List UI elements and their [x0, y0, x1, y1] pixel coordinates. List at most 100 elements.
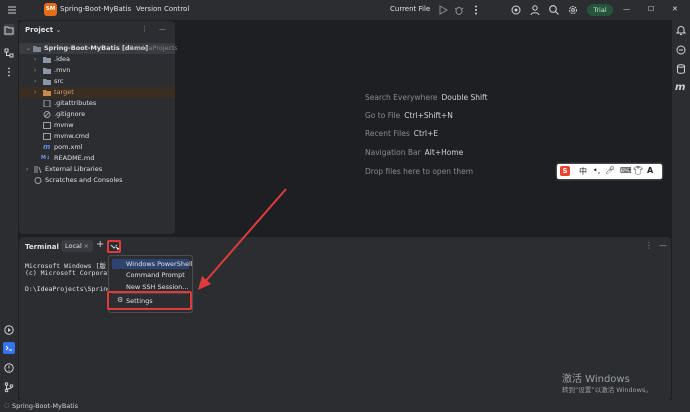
tree-item-mvn[interactable]: › .mvn: [19, 65, 175, 76]
tree-item-label: mvnw: [54, 121, 74, 129]
minimize-icon[interactable]: —: [623, 5, 630, 13]
tree-item-readme[interactable]: M↓ README.md: [19, 153, 175, 164]
trial-badge[interactable]: Trial: [587, 4, 613, 16]
ime-microphone-icon[interactable]: 🎤︎: [605, 166, 615, 175]
tree-item-mvnw-cmd[interactable]: mvnw.cmd: [19, 131, 175, 142]
scratches-icon: [34, 177, 42, 184]
right-tool-window-bar: m: [672, 20, 690, 400]
tree-item-target[interactable]: › target: [19, 87, 175, 98]
notifications-icon[interactable]: [675, 24, 687, 36]
tree-item-gitignore[interactable]: .gitignore: [19, 109, 175, 120]
hint-shortcut: Alt+Home: [424, 148, 464, 157]
hint-action: Search Everywhere: [365, 93, 438, 102]
folder-icon: [43, 78, 51, 85]
ime-toolbar[interactable]: S 中 •, 🎤︎ ⌨ 👕︎ A: [557, 164, 662, 179]
ai-chat-icon[interactable]: [675, 44, 687, 56]
hint-go-to-file: Go to File Ctrl+Shift+N: [365, 111, 453, 120]
file-icon: [43, 100, 51, 107]
terminal-tool-icon[interactable]: [3, 342, 15, 354]
code-with-me-icon[interactable]: [529, 4, 541, 16]
status-project-name[interactable]: Spring-Boot-MyBatis: [12, 402, 78, 410]
vcs-dropdown-icon[interactable]: ⌄: [182, 5, 188, 13]
ime-language-toggle[interactable]: 中: [579, 166, 587, 177]
ime-punctuation-icon[interactable]: •,: [593, 166, 600, 175]
hint-shortcut: Ctrl+E: [413, 129, 439, 138]
hint-navigation-bar: Navigation Bar Alt+Home: [365, 148, 463, 157]
settings-label: Settings: [126, 297, 153, 305]
maven-icon[interactable]: m: [675, 82, 687, 94]
tree-item-label: .mvn: [54, 66, 71, 74]
terminal-tab-local[interactable]: Local ×: [61, 240, 93, 252]
hide-terminal-icon[interactable]: —: [659, 241, 667, 250]
tree-item-label: .gitignore: [54, 110, 86, 118]
project-dropdown-icon[interactable]: ⌄: [117, 5, 123, 13]
panel-options-icon[interactable]: ⋮: [141, 25, 148, 33]
ime-keyboard-icon[interactable]: ⌨: [620, 166, 632, 175]
debug-icon[interactable]: [453, 4, 465, 16]
ime-skin-icon[interactable]: 👕︎: [633, 166, 643, 175]
close-tab-icon[interactable]: ×: [84, 240, 89, 252]
libraries-icon: [34, 166, 42, 173]
database-icon[interactable]: [675, 63, 687, 75]
folder-icon: [43, 67, 51, 74]
tree-item-mvnw[interactable]: mvnw: [19, 120, 175, 131]
status-bar: ◌ Spring-Boot-MyBatis: [0, 400, 690, 412]
hint-shortcut: Double Shift: [441, 93, 488, 102]
tree-item-label: .idea: [54, 55, 70, 63]
settings-menu-item[interactable]: ⚙ Settings: [107, 291, 192, 310]
ai-assistant-icon[interactable]: [510, 4, 522, 16]
close-window-icon[interactable]: ✕: [672, 5, 678, 13]
tree-item-idea[interactable]: › .idea: [19, 54, 175, 65]
more-actions-icon[interactable]: [470, 4, 482, 16]
maximize-icon[interactable]: ☐: [648, 5, 654, 13]
hamburger-menu-icon[interactable]: [7, 5, 19, 17]
sogou-logo-icon[interactable]: S: [560, 166, 570, 176]
hint-search-everywhere: Search Everywhere Double Shift: [365, 93, 488, 102]
more-tools-icon[interactable]: [3, 66, 15, 78]
tree-item-pom[interactable]: m pom.xml: [19, 142, 175, 153]
terminal-title: Terminal: [25, 243, 59, 251]
hint-action: Go to File: [365, 111, 401, 120]
hide-panel-icon[interactable]: —: [159, 25, 166, 33]
module-folder-icon: [33, 45, 41, 52]
ime-font-icon[interactable]: A: [647, 166, 653, 175]
tree-item-src[interactable]: › src: [19, 76, 175, 87]
hint-shortcut: Ctrl+Shift+N: [404, 111, 453, 120]
new-terminal-button[interactable]: +: [96, 239, 104, 250]
expand-chevron-icon[interactable]: ›: [34, 76, 36, 87]
menu-item-command-prompt[interactable]: Command Prompt: [112, 270, 189, 280]
tree-item-label: Scratches and Consoles: [45, 176, 123, 184]
expand-chevron-icon[interactable]: ›: [34, 54, 36, 65]
expand-chevron-icon[interactable]: ›: [34, 87, 36, 98]
folder-icon: [43, 56, 51, 63]
settings-gear-icon: ⚙: [117, 296, 124, 304]
problems-icon[interactable]: [3, 362, 15, 374]
project-badge[interactable]: SM: [44, 3, 57, 16]
terminal-prompt[interactable]: D:\IdeaProjects\Spring: [25, 285, 111, 293]
hint-action: Recent Files: [365, 129, 410, 138]
tree-item-external-libraries[interactable]: › External Libraries: [19, 164, 175, 175]
run-icon[interactable]: [437, 4, 449, 16]
collapse-chevron-icon[interactable]: ⌄: [26, 43, 31, 54]
search-icon[interactable]: [548, 4, 560, 16]
terminal-options-dropdown-button[interactable]: [107, 240, 121, 253]
tree-item-scratches[interactable]: Scratches and Consoles: [19, 175, 175, 186]
expand-chevron-icon[interactable]: ›: [34, 65, 36, 76]
project-tool-icon[interactable]: [3, 24, 15, 36]
run-config-dropdown-icon[interactable]: ⌄: [425, 5, 431, 13]
tree-item-gitattributes[interactable]: .gitattributes: [19, 98, 175, 109]
tree-root-item[interactable]: ⌄ Spring-Boot-MyBatis [demo] D:\IdeaProj…: [19, 43, 180, 54]
project-panel-title[interactable]: Project ⌄: [25, 26, 61, 34]
structure-tool-icon[interactable]: [3, 47, 15, 59]
settings-gear-icon[interactable]: [567, 4, 579, 16]
menu-item-windows-powershell[interactable]: Windows PowerShell: [112, 259, 193, 269]
script-file-icon: [43, 122, 51, 129]
annotation-arrow: [198, 188, 287, 290]
tree-item-label: .gitattributes: [54, 99, 97, 107]
terminal-output-line: (c) Microsoft Corporat: [25, 269, 112, 277]
expand-chevron-icon[interactable]: ›: [26, 164, 28, 175]
ignore-file-icon: [43, 111, 51, 118]
services-run-icon[interactable]: [3, 324, 15, 336]
terminal-options-icon[interactable]: ⋮: [645, 241, 653, 250]
git-icon[interactable]: [3, 381, 15, 393]
